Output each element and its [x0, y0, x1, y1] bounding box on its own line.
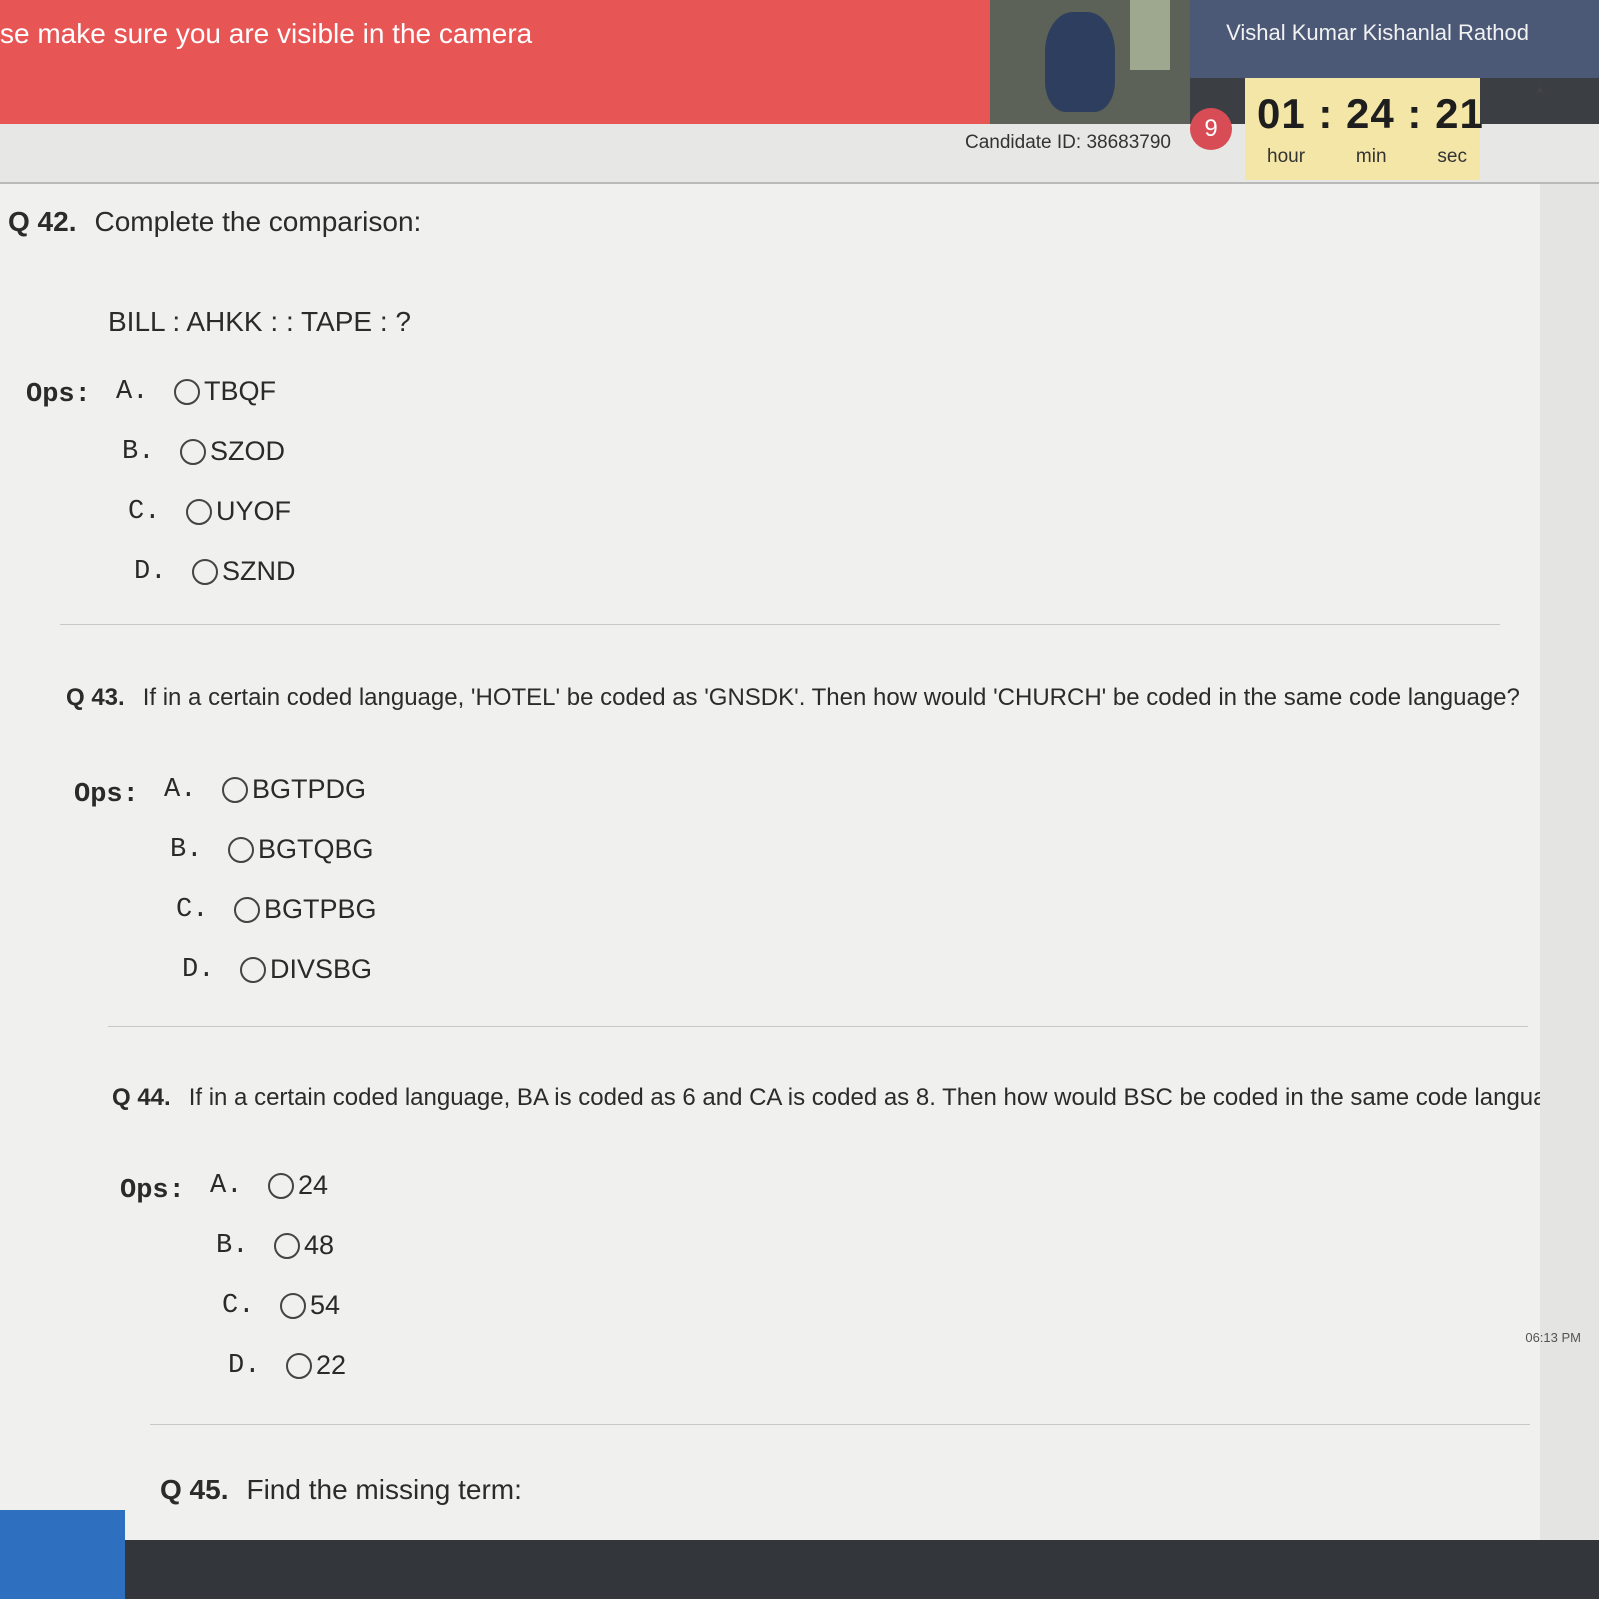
q43-option-b[interactable]: B. BGTQBG	[170, 834, 374, 865]
q44-option-b[interactable]: B. 48	[216, 1230, 334, 1261]
webcam-person	[1045, 12, 1115, 112]
question-number: Q 42.	[8, 206, 77, 237]
question-panel: Q 42. Complete the comparison: BILL : AHK…	[0, 184, 1587, 1599]
separator	[60, 624, 1500, 625]
question-45: Q 45. Find the missing term:	[160, 1474, 522, 1506]
webcam-preview	[990, 0, 1190, 128]
notification-badge[interactable]: 9	[1190, 108, 1232, 150]
scroll-up-arrow-icon[interactable]: ▲	[1535, 84, 1545, 95]
radio-button[interactable]	[228, 836, 254, 863]
radio-button[interactable]	[240, 956, 266, 983]
ops-label: Ops:	[120, 1176, 185, 1206]
question-number: Q 45.	[160, 1474, 229, 1505]
candidate-id: Candidate ID: 38683790	[965, 132, 1171, 153]
radio-button[interactable]	[268, 1172, 294, 1199]
camera-warning-banner: se make sure you are visible in the came…	[0, 0, 990, 128]
page-edge	[1540, 184, 1599, 1599]
timer-units: hour min sec	[1267, 146, 1467, 168]
taskbar	[0, 1540, 1599, 1599]
q44-option-d[interactable]: D. 22	[228, 1350, 346, 1381]
radio-button[interactable]	[286, 1352, 312, 1379]
candidate-name: Vishal Kumar Kishanlal Rathod	[1226, 20, 1529, 45]
question-number: Q 44.	[112, 1084, 171, 1111]
question-42: Q 42. Complete the comparison:	[8, 206, 421, 238]
q42-option-a[interactable]: A. TBQF	[116, 376, 276, 407]
question-number: Q 43.	[66, 684, 125, 711]
ops-label: Ops:	[26, 380, 91, 410]
radio-button[interactable]	[222, 776, 248, 803]
radio-button[interactable]	[174, 378, 200, 405]
timer-min-label: min	[1355, 146, 1387, 167]
radio-button[interactable]	[180, 438, 206, 465]
timer-sec-label: sec	[1437, 146, 1467, 167]
radio-button[interactable]	[234, 896, 260, 923]
radio-button[interactable]	[192, 558, 218, 585]
q42-option-d[interactable]: D. SZND	[134, 556, 296, 587]
q44-option-c[interactable]: C. 54	[222, 1290, 340, 1321]
question-44: Q 44. If in a certain coded language, BA …	[112, 1084, 1587, 1112]
timer-hour-label: hour	[1267, 146, 1306, 167]
camera-warning-text: se make sure you are visible in the came…	[0, 18, 533, 49]
q42-option-c[interactable]: C. UYOF	[128, 496, 291, 527]
q43-option-a[interactable]: A. BGTPDG	[164, 774, 366, 805]
q44-option-a[interactable]: A. 24	[210, 1170, 328, 1201]
candidate-header: Vishal Kumar Kishanlal Rathod	[1190, 0, 1599, 78]
question-text: Find the missing term:	[246, 1474, 522, 1505]
question-43: Q 43. If in a certain coded language, 'HO…	[66, 684, 1520, 712]
countdown-timer: 01 : 24 : 21 hour min sec	[1245, 78, 1483, 180]
q43-option-d[interactable]: D. DIVSBG	[182, 954, 372, 985]
q42-option-b[interactable]: B. SZOD	[122, 436, 285, 467]
q43-option-c[interactable]: C. BGTPBG	[176, 894, 377, 925]
question-text: If in a certain coded language, 'HOTEL' …	[142, 684, 1520, 711]
timer-value: 01 : 24 : 21	[1257, 90, 1484, 137]
radio-button[interactable]	[186, 498, 212, 525]
separator	[108, 1026, 1528, 1027]
separator	[150, 1424, 1530, 1425]
radio-button[interactable]	[280, 1292, 306, 1319]
question-42-comparison: BILL : AHKK : : TAPE : ?	[108, 306, 411, 337]
system-clock: 06:13 PM	[1525, 1330, 1581, 1345]
question-text: Complete the comparison:	[94, 206, 422, 237]
question-text: If in a certain coded language, BA is co…	[188, 1084, 1587, 1111]
radio-button[interactable]	[274, 1232, 300, 1259]
taskbar-start-button[interactable]	[0, 1510, 125, 1599]
ops-label: Ops:	[74, 780, 139, 810]
